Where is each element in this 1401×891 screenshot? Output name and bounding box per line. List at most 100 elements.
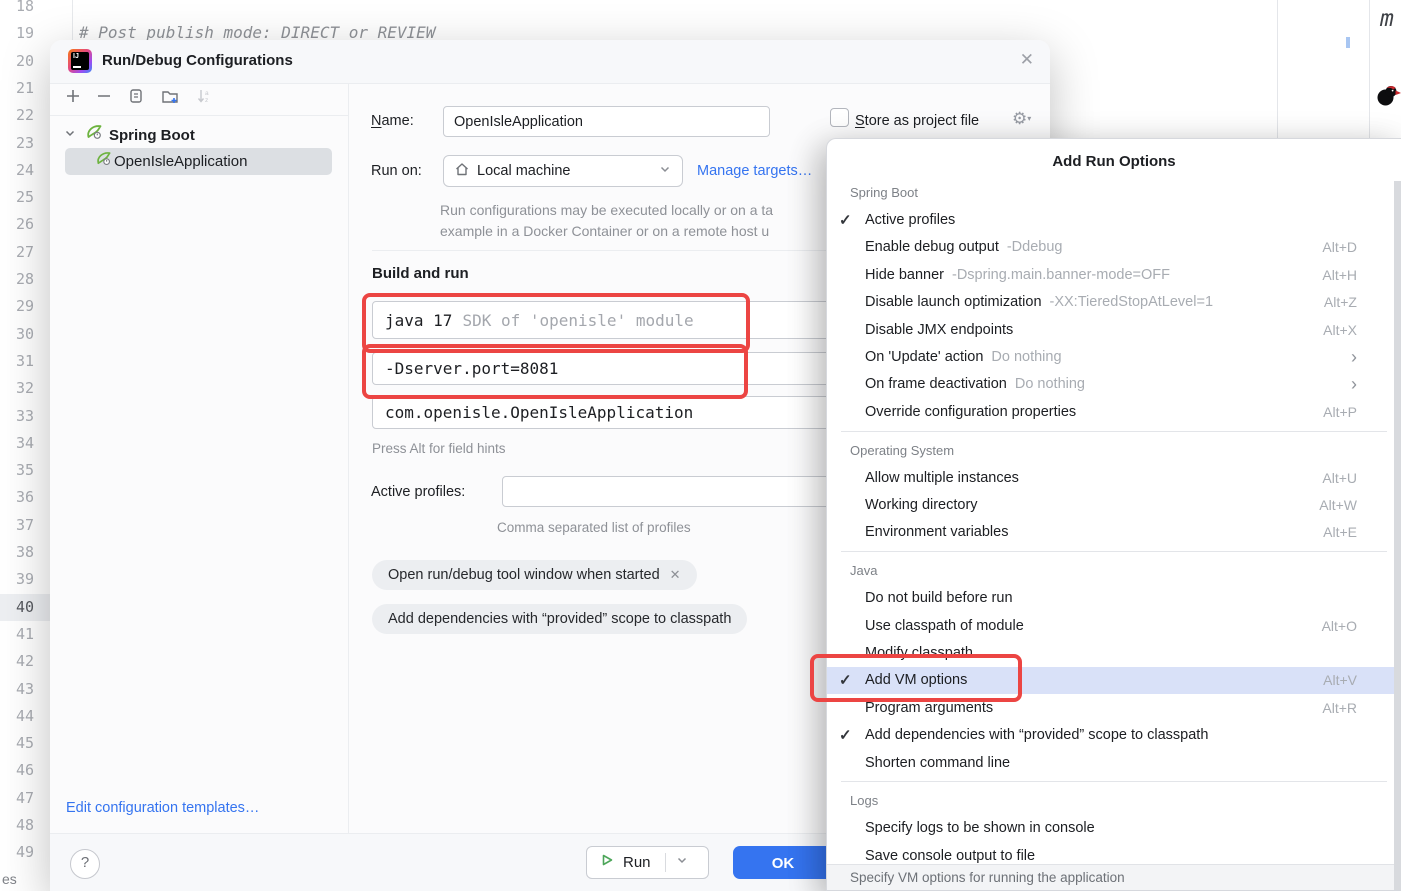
line-number[interactable]: 40 xyxy=(0,596,34,618)
menu-item-environment-variables[interactable]: Environment variablesAlt+E xyxy=(827,519,1401,546)
menu-item-label: On frame deactivation xyxy=(865,376,1007,392)
menu-item-hide-banner[interactable]: Hide banner-Dspring.main.banner-mode=OFF… xyxy=(827,261,1401,288)
sort-alphabetically-button[interactable]: a z xyxy=(194,86,214,106)
menu-item-modify-classpath[interactable]: Modify classpath xyxy=(827,639,1401,666)
menu-item-add-dependencies-with-provided-scope-to-classpath[interactable]: ✓Add dependencies with “provided” scope … xyxy=(827,721,1401,748)
line-number[interactable]: 41 xyxy=(0,623,34,645)
store-as-project-file-label: Store as project file xyxy=(855,113,979,129)
menu-item-on-frame-deactivation[interactable]: On frame deactivationDo nothing› xyxy=(827,371,1401,398)
jre-field[interactable]: java 17 SDK of 'openisle' module xyxy=(372,301,872,339)
line-number[interactable]: 38 xyxy=(0,541,34,563)
remove-tag-icon[interactable]: ✕ xyxy=(670,567,681,583)
line-number[interactable]: 29 xyxy=(0,295,34,317)
remove-configuration-button[interactable] xyxy=(94,86,114,106)
menu-item-do-not-build-before-run[interactable]: Do not build before run xyxy=(827,584,1401,611)
line-number[interactable]: 34 xyxy=(0,432,34,454)
edit-configuration-templates-link[interactable]: Edit configuration templates… xyxy=(66,800,259,816)
menu-item-shorten-command-line[interactable]: Shorten command line xyxy=(827,749,1401,776)
help-button[interactable]: ? xyxy=(70,849,100,879)
run-on-value: Local machine xyxy=(477,163,571,179)
line-number[interactable]: 44 xyxy=(0,705,34,727)
menu-item-label: Use classpath of module xyxy=(865,618,1024,634)
line-number[interactable]: 35 xyxy=(0,459,34,481)
line-number[interactable]: 28 xyxy=(0,268,34,290)
line-number[interactable]: 32 xyxy=(0,377,34,399)
menu-item-disable-jmx-endpoints[interactable]: Disable JMX endpointsAlt+X xyxy=(827,316,1401,343)
house-icon xyxy=(454,161,470,182)
line-number[interactable]: 30 xyxy=(0,323,34,345)
line-number[interactable]: 45 xyxy=(0,732,34,754)
build-and-run-heading: Build and run xyxy=(372,265,469,282)
chevron-down-icon xyxy=(658,162,672,181)
main-class-field[interactable]: com.openisle.OpenIsleApplication xyxy=(372,396,872,429)
line-number[interactable]: 31 xyxy=(0,350,34,372)
popup-scrollbar[interactable] xyxy=(1394,181,1401,890)
menu-separator xyxy=(827,546,1401,557)
line-number[interactable]: 49 xyxy=(0,841,34,863)
line-number[interactable]: 23 xyxy=(0,132,34,154)
line-number[interactable]: 39 xyxy=(0,568,34,590)
line-number[interactable]: 48 xyxy=(0,814,34,836)
run-on-description-line1: Run configurations may be executed local… xyxy=(440,202,870,218)
menu-item-label: Override configuration properties xyxy=(865,404,1076,420)
add-configuration-button[interactable] xyxy=(63,86,83,106)
tree-item-openisleapplication[interactable]: OpenIsleApplication xyxy=(65,148,332,175)
tree-item-spring-boot[interactable]: Spring Boot xyxy=(62,122,195,148)
chevron-down-icon[interactable] xyxy=(62,125,78,146)
line-number[interactable]: 33 xyxy=(0,405,34,427)
menu-item-label: Disable JMX endpoints xyxy=(865,322,1013,338)
menu-item-override-configuration-properties[interactable]: Override configuration propertiesAlt+P xyxy=(827,398,1401,425)
run-on-select[interactable]: Local machine xyxy=(443,155,683,187)
gear-icon[interactable]: ⚙▾ xyxy=(1012,109,1031,129)
status-text-fragment: es xyxy=(2,871,17,887)
run-options-chevron-icon[interactable] xyxy=(675,853,689,872)
menu-item-add-vm-options[interactable]: ✓Add VM optionsAlt+V xyxy=(827,667,1401,694)
menu-item-use-classpath-of-module[interactable]: Use classpath of module Alt+O xyxy=(827,612,1401,639)
menu-item-label: Modify classpath xyxy=(865,645,973,661)
check-icon: ✓ xyxy=(839,726,865,744)
menu-item-label: Environment variables xyxy=(865,524,1008,540)
menu-item-on-update-action[interactable]: On 'Update' actionDo nothing› xyxy=(827,343,1401,370)
line-number[interactable]: 22 xyxy=(0,104,34,126)
ok-button[interactable]: OK xyxy=(733,846,833,879)
line-number[interactable]: 47 xyxy=(0,787,34,809)
line-number[interactable]: 26 xyxy=(0,213,34,235)
line-number[interactable]: 21 xyxy=(0,77,34,99)
menu-item-active-profiles[interactable]: ✓Active profiles xyxy=(827,206,1401,233)
menu-item-disable-launch-optimization[interactable]: Disable launch optimization-XX:TieredSto… xyxy=(827,289,1401,316)
line-number[interactable]: 20 xyxy=(0,50,34,72)
new-folder-button[interactable] xyxy=(160,86,180,106)
line-number[interactable]: 24 xyxy=(0,159,34,181)
menu-item-specify-logs-to-be-shown-in-console[interactable]: Specify logs to be shown in console xyxy=(827,815,1401,842)
check-icon: ✓ xyxy=(839,211,865,229)
menu-item-label: On 'Update' action xyxy=(865,349,983,365)
menu-item-shortcut: Alt+O xyxy=(1322,618,1357,634)
line-number[interactable]: 42 xyxy=(0,650,34,672)
line-number[interactable]: 36 xyxy=(0,486,34,508)
run-button[interactable]: Run xyxy=(586,846,709,879)
name-input[interactable] xyxy=(443,106,770,137)
line-number[interactable]: 25 xyxy=(0,186,34,208)
menu-section-operating-system: Operating System xyxy=(827,437,1401,464)
vm-options-field[interactable]: -Dserver.port=8081 xyxy=(372,352,872,385)
panel-divider xyxy=(348,83,349,833)
add-run-options-popup: Add Run Options Spring Boot✓Active profi… xyxy=(826,138,1401,891)
close-icon[interactable]: ✕ xyxy=(1020,50,1034,70)
line-number[interactable]: 27 xyxy=(0,241,34,263)
store-as-project-file-checkbox[interactable] xyxy=(830,108,849,127)
line-number[interactable]: 37 xyxy=(0,514,34,536)
menu-item-shortcut: Alt+Z xyxy=(1324,294,1357,310)
menu-item-allow-multiple-instances[interactable]: Allow multiple instancesAlt+U xyxy=(827,464,1401,491)
manage-targets-link[interactable]: Manage targets… xyxy=(697,163,812,179)
menu-item-working-directory[interactable]: Working directoryAlt+W xyxy=(827,491,1401,518)
copy-configuration-button[interactable] xyxy=(126,86,146,106)
menu-item-enable-debug-output[interactable]: Enable debug output-DdebugAlt+D xyxy=(827,234,1401,261)
spring-boot-icon xyxy=(86,124,103,146)
menu-item-program-arguments[interactable]: Program argumentsAlt+R xyxy=(827,694,1401,721)
menu-section-spring-boot: Spring Boot xyxy=(827,179,1401,206)
line-number[interactable]: 18 xyxy=(0,0,34,17)
line-number[interactable]: 19 xyxy=(0,22,34,44)
menu-item-label: Save console output to file xyxy=(865,848,1035,864)
line-number[interactable]: 46 xyxy=(0,759,34,781)
line-number[interactable]: 43 xyxy=(0,678,34,700)
